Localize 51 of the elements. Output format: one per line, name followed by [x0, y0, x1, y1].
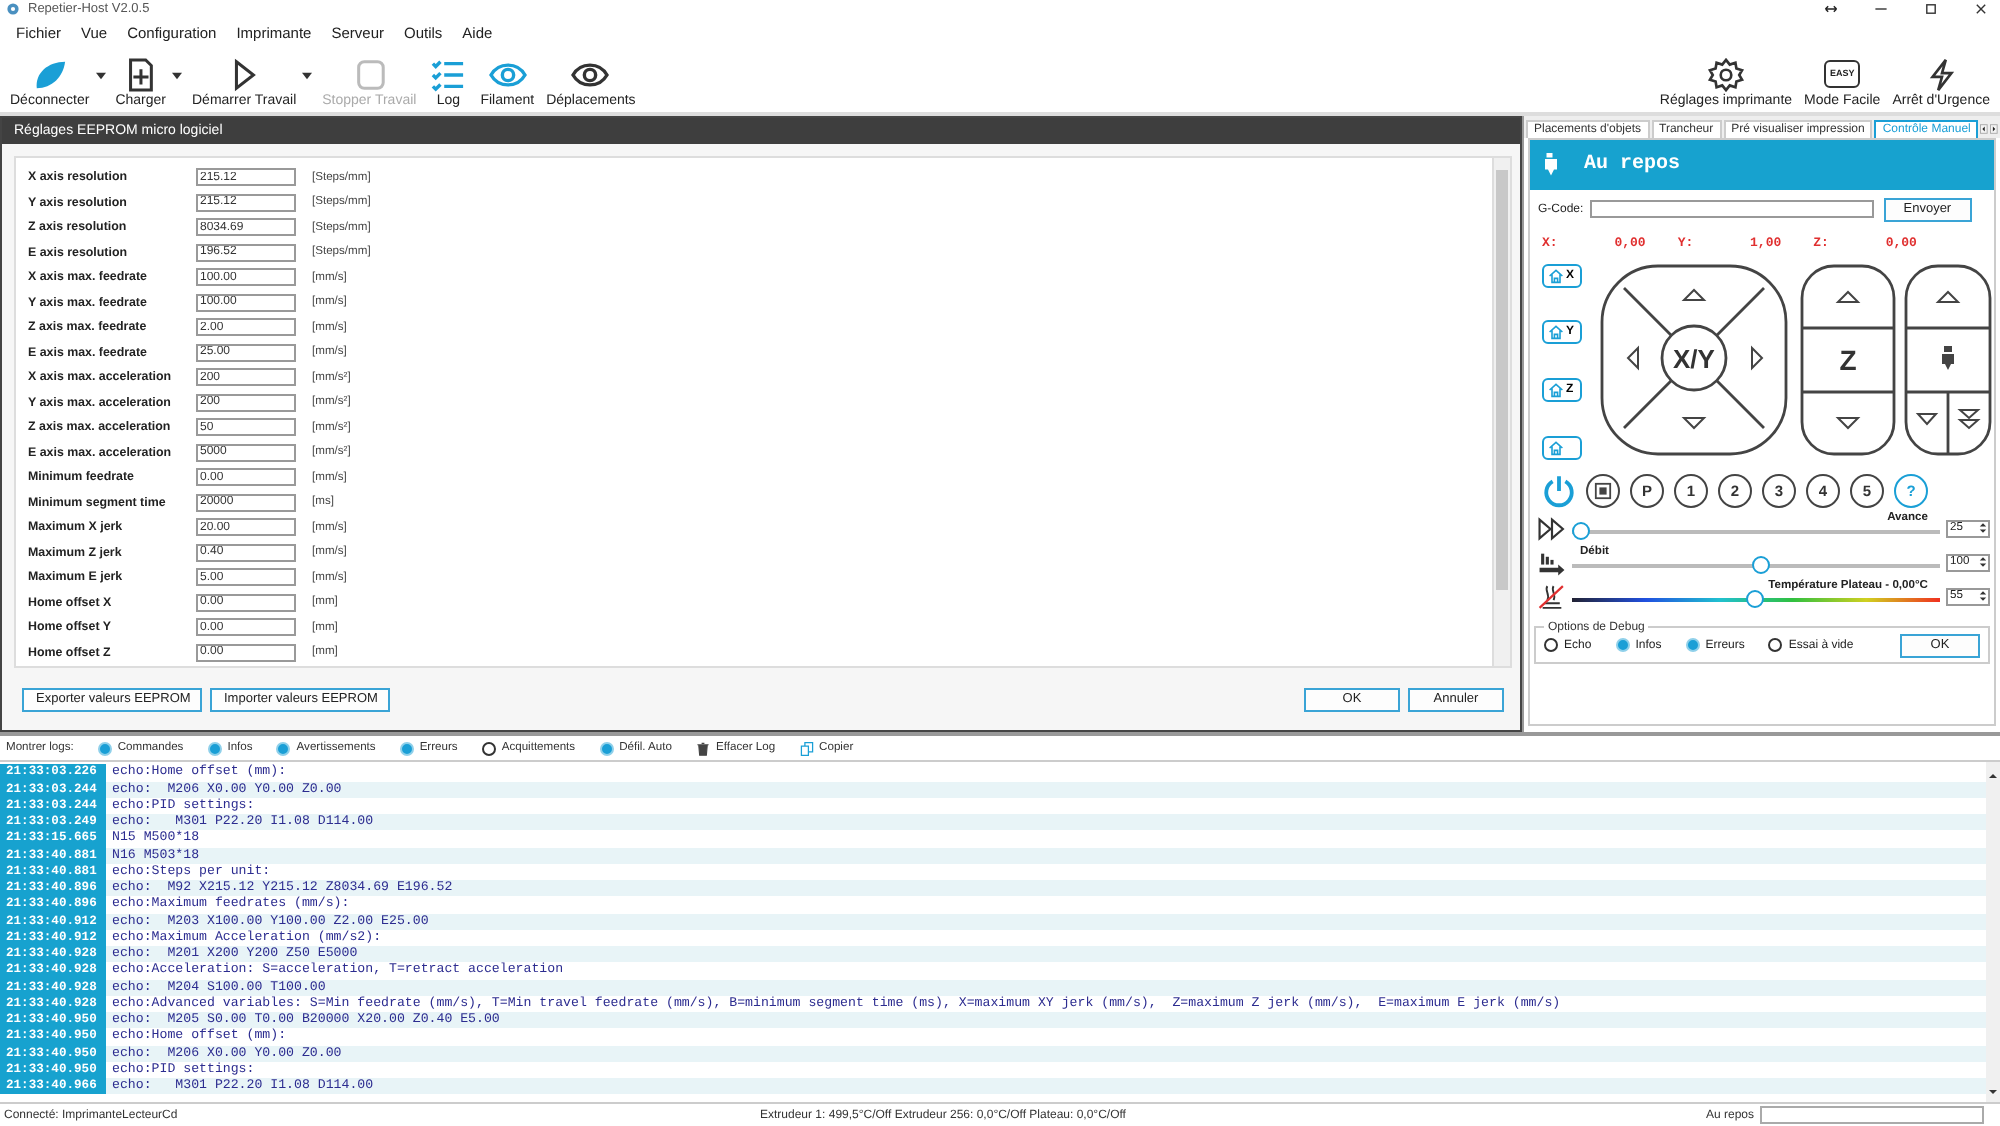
stop-button[interactable] [1586, 473, 1620, 508]
scroll-up-icon[interactable] [1986, 770, 2000, 783]
slider-thumb[interactable] [1746, 590, 1764, 609]
power-icon [1542, 473, 1576, 508]
house-icon [1548, 381, 1564, 398]
extruder-jog-pad[interactable] [1904, 263, 1992, 455]
scroll-down-icon[interactable] [1986, 1086, 2000, 1099]
left-arrow-icon[interactable] [1626, 344, 1639, 370]
right-arrow-icon[interactable] [1751, 344, 1764, 370]
house-icon [1548, 267, 1564, 284]
flow-icon [1538, 549, 1566, 576]
heated-bed-icon [1538, 583, 1566, 610]
status-text: Au repos [1584, 153, 1681, 176]
gcode-field[interactable] [1589, 200, 1874, 219]
checklist-icon [428, 57, 469, 92]
z-label: Z [1839, 343, 1857, 376]
caret-icon[interactable] [172, 71, 182, 80]
scrollbar[interactable] [1492, 157, 1510, 666]
eye-icon [570, 57, 611, 92]
scroll-left-icon[interactable] [1980, 119, 1989, 138]
maximize-icon[interactable] [1924, 2, 1938, 17]
extruder-icon [1942, 345, 1954, 370]
house-icon [1548, 439, 1564, 456]
xy-home-button[interactable] [1660, 323, 1728, 391]
scroll-right-icon[interactable] [1990, 119, 1998, 138]
slider-thumb[interactable] [1752, 556, 1771, 575]
caret-icon[interactable] [302, 71, 313, 80]
eye-icon [487, 57, 528, 92]
house-icon [1548, 324, 1564, 341]
home-button[interactable] [1542, 435, 1582, 460]
extruder-icon [1542, 149, 1560, 180]
copy-icon [799, 741, 814, 756]
z-jog-pad[interactable] [1800, 263, 1896, 455]
down-arrow-icon[interactable] [1681, 416, 1707, 429]
up-arrow-icon[interactable] [1935, 289, 1961, 303]
up-arrow-icon[interactable] [1835, 289, 1861, 303]
down-arrow-icon[interactable] [1915, 412, 1939, 425]
fast-forward-icon [1538, 515, 1566, 542]
up-arrow-icon[interactable] [1681, 287, 1707, 301]
stop-icon [1594, 481, 1612, 500]
slider-thumb[interactable] [1572, 522, 1590, 541]
xy-label: X/Y [1673, 343, 1715, 374]
caret-icon[interactable] [95, 71, 106, 80]
close-icon[interactable] [1974, 2, 1988, 17]
scrollbar[interactable] [1986, 762, 2000, 1103]
power-button[interactable] [1542, 473, 1576, 508]
down-arrow-icon[interactable] [1835, 416, 1861, 429]
double-down-arrow-icon[interactable] [1957, 408, 1981, 429]
gear-icon [1705, 57, 1746, 92]
resize-icon[interactable] [1824, 2, 1838, 17]
trash-icon [696, 741, 710, 756]
